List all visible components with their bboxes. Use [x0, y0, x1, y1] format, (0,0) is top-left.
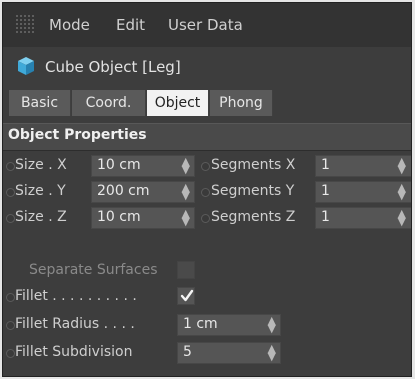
animate-dot-icon[interactable] — [6, 321, 15, 330]
grip-icon[interactable] — [15, 14, 35, 34]
separate-surfaces-checkbox[interactable] — [177, 261, 195, 279]
spinner-icon[interactable]: ▲ ▼ — [182, 182, 190, 201]
animate-dot-icon[interactable] — [201, 162, 210, 171]
menu-edit[interactable]: Edit — [116, 16, 145, 34]
attribute-manager-panel: Mode Edit User Data Cube Object [Leg] Ba… — [2, 2, 412, 377]
fillet-checkbox[interactable] — [177, 287, 195, 305]
tab-object[interactable]: Object — [147, 90, 209, 116]
size-y-label: Size . Y — [15, 183, 66, 199]
fillet-subdivision-value: 5 — [183, 344, 192, 360]
size-y-row: Size . Y 200 cm ▲ ▼ Segments Y 1 ▲ ▼ — [3, 180, 411, 204]
size-z-value: 10 cm — [97, 209, 141, 225]
segments-y-label: Segments Y — [211, 183, 295, 199]
size-x-value: 10 cm — [97, 157, 141, 173]
tab-coord[interactable]: Coord. — [72, 90, 146, 116]
segments-y-value: 1 — [321, 183, 330, 199]
tab-basic[interactable]: Basic — [9, 90, 71, 116]
segments-y-field[interactable]: 1 ▲ ▼ — [315, 181, 411, 203]
spinner-icon[interactable]: ▲ ▼ — [398, 156, 406, 175]
segments-z-label: Segments Z — [211, 209, 296, 225]
size-x-label: Size . X — [15, 157, 67, 173]
fillet-subdivision-label: Fillet Subdivision — [15, 344, 133, 360]
menu-user-data[interactable]: User Data — [168, 16, 243, 34]
object-title-row: Cube Object [Leg] — [3, 49, 411, 85]
separate-surfaces-row: Separate Surfaces — [3, 259, 411, 283]
cube-icon — [18, 57, 34, 75]
tab-phong[interactable]: Phong — [210, 90, 273, 116]
checkmark-icon — [180, 289, 194, 302]
segments-x-field[interactable]: 1 ▲ ▼ — [315, 155, 411, 177]
animate-dot-icon[interactable] — [6, 293, 15, 302]
fillet-radius-value: 1 cm — [183, 316, 218, 332]
size-y-value: 200 cm — [97, 183, 150, 199]
size-y-field[interactable]: 200 cm ▲ ▼ — [91, 181, 195, 203]
size-x-field[interactable]: 10 cm ▲ ▼ — [91, 155, 195, 177]
segments-x-label: Segments X — [211, 157, 296, 173]
animate-dot-icon[interactable] — [6, 349, 15, 358]
size-z-label: Size . Z — [15, 209, 67, 225]
fillet-subdivision-row: Fillet Subdivision 5 ▲ ▼ — [3, 341, 411, 365]
fillet-subdivision-field[interactable]: 5 ▲ ▼ — [177, 342, 281, 364]
segments-z-value: 1 — [321, 209, 330, 225]
animate-dot-icon[interactable] — [201, 214, 210, 223]
segments-x-value: 1 — [321, 157, 330, 173]
object-title: Cube Object [Leg] — [45, 58, 181, 76]
spinner-icon[interactable]: ▲ ▼ — [268, 315, 276, 334]
fillet-radius-label: Fillet Radius . . . . — [15, 316, 135, 332]
section-title: Object Properties — [8, 127, 147, 143]
size-z-row: Size . Z 10 cm ▲ ▼ Segments Z 1 ▲ ▼ — [3, 206, 411, 230]
fillet-row: Fillet . . . . . . . . . . — [3, 285, 411, 309]
fillet-radius-field[interactable]: 1 cm ▲ ▼ — [177, 314, 281, 336]
spinner-icon[interactable]: ▲ ▼ — [268, 343, 276, 362]
menu-bar: Mode Edit User Data — [3, 3, 411, 47]
spinner-icon[interactable]: ▲ ▼ — [182, 156, 190, 175]
animate-dot-icon[interactable] — [6, 214, 15, 223]
animate-dot-icon[interactable] — [6, 188, 15, 197]
segments-z-field[interactable]: 1 ▲ ▼ — [315, 207, 411, 229]
spinner-icon[interactable]: ▲ ▼ — [398, 208, 406, 227]
spinner-icon[interactable]: ▲ ▼ — [182, 208, 190, 227]
spinner-icon[interactable]: ▲ ▼ — [398, 182, 406, 201]
size-x-row: Size . X 10 cm ▲ ▼ Segments X 1 ▲ ▼ — [3, 154, 411, 178]
animate-dot-icon[interactable] — [6, 162, 15, 171]
fillet-label: Fillet . . . . . . . . . . — [15, 288, 137, 304]
separate-surfaces-label: Separate Surfaces — [29, 262, 158, 278]
menu-mode[interactable]: Mode — [49, 16, 90, 34]
object-properties-header[interactable]: Object Properties — [3, 123, 411, 151]
fillet-radius-row: Fillet Radius . . . . 1 cm ▲ ▼ — [3, 313, 411, 337]
tab-bar: Basic Coord. Object Phong — [3, 90, 411, 118]
animate-dot-icon[interactable] — [201, 188, 210, 197]
size-z-field[interactable]: 10 cm ▲ ▼ — [91, 207, 195, 229]
